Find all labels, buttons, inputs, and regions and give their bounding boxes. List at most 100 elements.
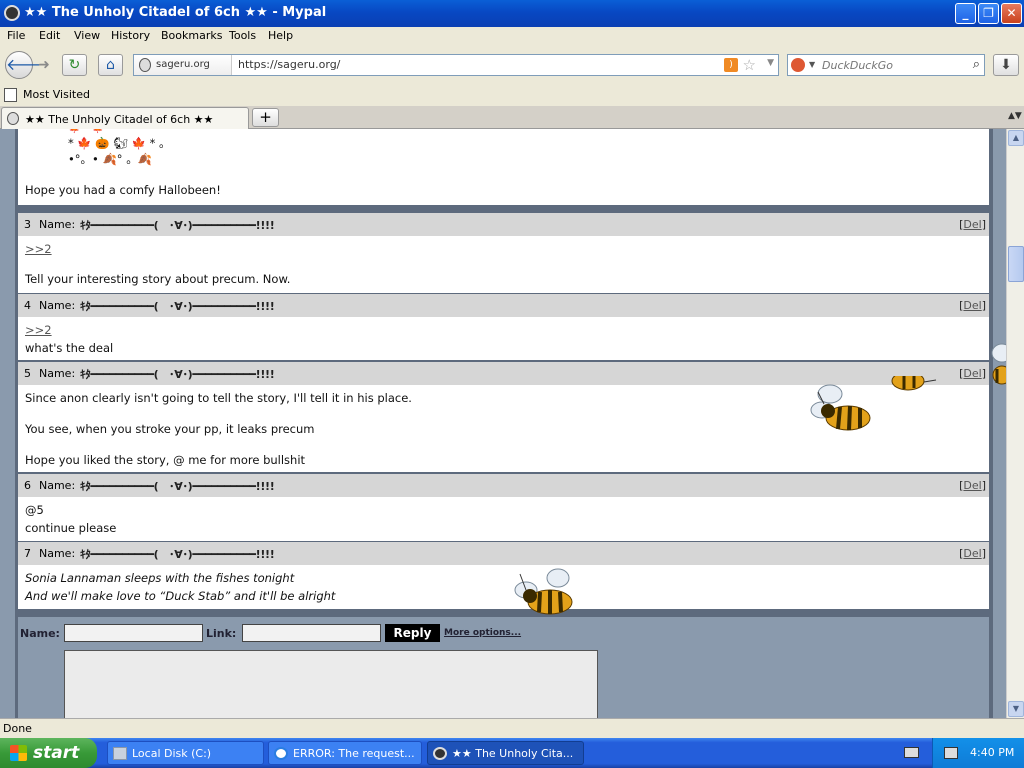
search-input[interactable] bbox=[822, 57, 962, 73]
bee-icon bbox=[810, 384, 871, 431]
maximize-button[interactable]: ❐ bbox=[978, 3, 999, 24]
tab-unholy-citadel[interactable]: ★★ The Unholy Citadel of 6ch ★★ bbox=[1, 107, 249, 129]
post-4-header: 4 Name: ｷﾀ━━━━━━━━━━( ･∀･)━━━━━━━━━━!!!!… bbox=[18, 294, 989, 317]
title-bar: ★★ The Unholy Citadel of 6ch ★★ - Mypal … bbox=[0, 0, 1024, 27]
close-button[interactable]: ✕ bbox=[1001, 3, 1022, 24]
bookmark-star-icon[interactable]: ☆ bbox=[743, 56, 756, 74]
menu-bookmarks[interactable]: Bookmarks bbox=[161, 29, 222, 42]
menu-edit[interactable]: Edit bbox=[39, 29, 60, 42]
bee-icon bbox=[991, 343, 1006, 385]
delete-link-label[interactable]: Del bbox=[963, 299, 981, 312]
internet-explorer-icon bbox=[274, 747, 288, 760]
name-label: Name: bbox=[39, 547, 76, 560]
home-button[interactable]: ⌂ bbox=[98, 54, 123, 76]
poster-name: ｷﾀ━━━━━━━━━━( ･∀･)━━━━━━━━━━!!!! bbox=[80, 219, 275, 232]
most-visited-bookmark[interactable]: Most Visited bbox=[23, 88, 90, 101]
delete-link[interactable]: [Del] bbox=[959, 367, 986, 380]
reload-icon: ↻ bbox=[68, 57, 81, 73]
taskbar-item-error[interactable]: ERROR: The request... bbox=[268, 741, 422, 765]
reload-button[interactable]: ↻ bbox=[62, 54, 87, 76]
post-2-body: 🍁 ° 🍁 ° * 🍁 🎃 🐿 🍁 * 。 •°。• 🍂° 。🍂 Hope yo… bbox=[18, 129, 989, 205]
taskbar-item-label: ★★ The Unholy Cita... bbox=[452, 747, 574, 760]
home-icon: ⌂ bbox=[106, 57, 115, 73]
url-text[interactable]: https://sageru.org/ bbox=[238, 55, 340, 75]
engine-dropdown-icon[interactable]: ▼ bbox=[809, 60, 815, 69]
delete-link-label[interactable]: Del bbox=[963, 218, 981, 231]
network-icon[interactable] bbox=[944, 747, 958, 759]
delete-link[interactable]: [Del] bbox=[959, 299, 986, 312]
reply-link-input[interactable] bbox=[242, 624, 381, 642]
search-bar[interactable]: ▼ ⌕ bbox=[787, 54, 985, 76]
bookmarks-toolbar: Most Visited bbox=[0, 84, 1024, 106]
forward-arrow-icon: ➜ bbox=[38, 57, 50, 73]
tab-label: ★★ The Unholy Citadel of 6ch ★★ bbox=[25, 113, 214, 126]
back-button[interactable]: 🡐 bbox=[5, 51, 49, 79]
delete-link-label[interactable]: Del bbox=[963, 547, 981, 560]
post-art-line: •°。• 🍂° 。🍂 bbox=[68, 152, 153, 166]
post-number: 7 bbox=[24, 547, 31, 560]
post-3-body: >>2 Tell your interesting story about pr… bbox=[18, 236, 989, 293]
post-text: You see, when you stroke your pp, it lea… bbox=[25, 422, 315, 436]
scroll-down-button[interactable]: ▼ bbox=[1008, 701, 1024, 717]
taskbar-item-local-disk[interactable]: Local Disk (C:) bbox=[107, 741, 264, 765]
name-label: Name: bbox=[39, 479, 76, 492]
post-text: Hope you liked the story, @ me for more … bbox=[25, 453, 306, 467]
status-bar: Done bbox=[0, 718, 1024, 738]
duckduckgo-engine-icon[interactable] bbox=[791, 58, 805, 72]
menu-help[interactable]: Help bbox=[268, 29, 293, 42]
start-button[interactable]: start bbox=[0, 738, 97, 768]
menu-history[interactable]: History bbox=[111, 29, 150, 42]
poster-name: ｷﾀ━━━━━━━━━━( ･∀･)━━━━━━━━━━!!!! bbox=[80, 480, 275, 493]
windows-logo-icon bbox=[10, 745, 27, 761]
keyboard-icon[interactable] bbox=[904, 747, 919, 758]
menu-file[interactable]: File bbox=[7, 29, 25, 42]
post-text: Tell your interesting story about precum… bbox=[25, 272, 291, 286]
minimize-button[interactable]: _ bbox=[955, 3, 976, 24]
scroll-thumb[interactable] bbox=[1008, 246, 1024, 282]
vertical-scrollbar[interactable]: ▲ ▼ bbox=[1006, 129, 1024, 718]
reply-name-input[interactable] bbox=[64, 624, 203, 642]
menu-view[interactable]: View bbox=[74, 29, 100, 42]
reply-button[interactable]: Reply bbox=[385, 624, 440, 642]
delete-link[interactable]: [Del] bbox=[959, 218, 986, 231]
window-title: ★★ The Unholy Citadel of 6ch ★★ - Mypal bbox=[24, 5, 327, 20]
post-text: Sonia Lannaman sleeps with the fishes to… bbox=[25, 571, 295, 585]
reply-textarea[interactable] bbox=[64, 650, 598, 718]
download-arrow-icon: ⬇ bbox=[1000, 57, 1012, 73]
drive-icon bbox=[113, 747, 127, 760]
reply-name-label: Name: bbox=[20, 627, 60, 640]
site-identity-button[interactable]: sageru.org bbox=[134, 55, 232, 75]
more-options-link[interactable]: More options... bbox=[444, 628, 521, 638]
post-3-header: 3 Name: ｷﾀ━━━━━━━━━━( ･∀･)━━━━━━━━━━!!!!… bbox=[18, 213, 989, 236]
clock[interactable]: 4:40 PM bbox=[970, 746, 1014, 759]
url-history-dropdown-icon[interactable]: ▼ bbox=[767, 58, 774, 68]
poster-name: ｷﾀ━━━━━━━━━━( ･∀･)━━━━━━━━━━!!!! bbox=[80, 368, 275, 381]
post-4-body: >>2 what's the deal bbox=[18, 317, 989, 360]
quote-link[interactable]: >>2 bbox=[25, 242, 52, 256]
post-number: 5 bbox=[24, 367, 31, 380]
scroll-up-button[interactable]: ▲ bbox=[1008, 130, 1024, 146]
name-label: Name: bbox=[39, 367, 76, 380]
reply-link-label: Link: bbox=[206, 627, 237, 640]
quote-link[interactable]: >>2 bbox=[25, 323, 52, 337]
reply-form: Name: Link: Reply More options... bbox=[18, 617, 989, 718]
start-label: start bbox=[33, 743, 80, 763]
downloads-button[interactable]: ⬇ bbox=[993, 54, 1019, 76]
taskbar-item-unholy-citadel[interactable]: ★★ The Unholy Cita... bbox=[427, 741, 584, 765]
post-7-body: Sonia Lannaman sleeps with the fishes to… bbox=[18, 565, 989, 609]
post-text: And we'll make love to “Duck Stab” and i… bbox=[25, 589, 336, 603]
search-icon[interactable]: ⌕ bbox=[973, 57, 980, 72]
menu-tools[interactable]: Tools bbox=[229, 29, 256, 42]
delete-link[interactable]: [Del] bbox=[959, 547, 986, 560]
new-tab-button[interactable]: + bbox=[252, 108, 279, 127]
delete-link[interactable]: [Del] bbox=[959, 479, 986, 492]
taskbar-item-label: Local Disk (C:) bbox=[132, 747, 212, 760]
delete-link-label[interactable]: Del bbox=[963, 367, 981, 380]
url-bar[interactable]: sageru.org https://sageru.org/ ) ☆ ▼ bbox=[133, 54, 779, 76]
navigation-toolbar: 🡐 ➜ ↻ ⌂ sageru.org https://sageru.org/ )… bbox=[0, 46, 1024, 84]
forward-button[interactable]: ➜ bbox=[34, 56, 54, 76]
site-identity-label: sageru.org bbox=[156, 59, 210, 70]
rss-feed-icon[interactable]: ) bbox=[724, 58, 738, 72]
tab-scroll-arrows-icon[interactable]: ▲▼ bbox=[1008, 111, 1022, 121]
delete-link-label[interactable]: Del bbox=[963, 479, 981, 492]
